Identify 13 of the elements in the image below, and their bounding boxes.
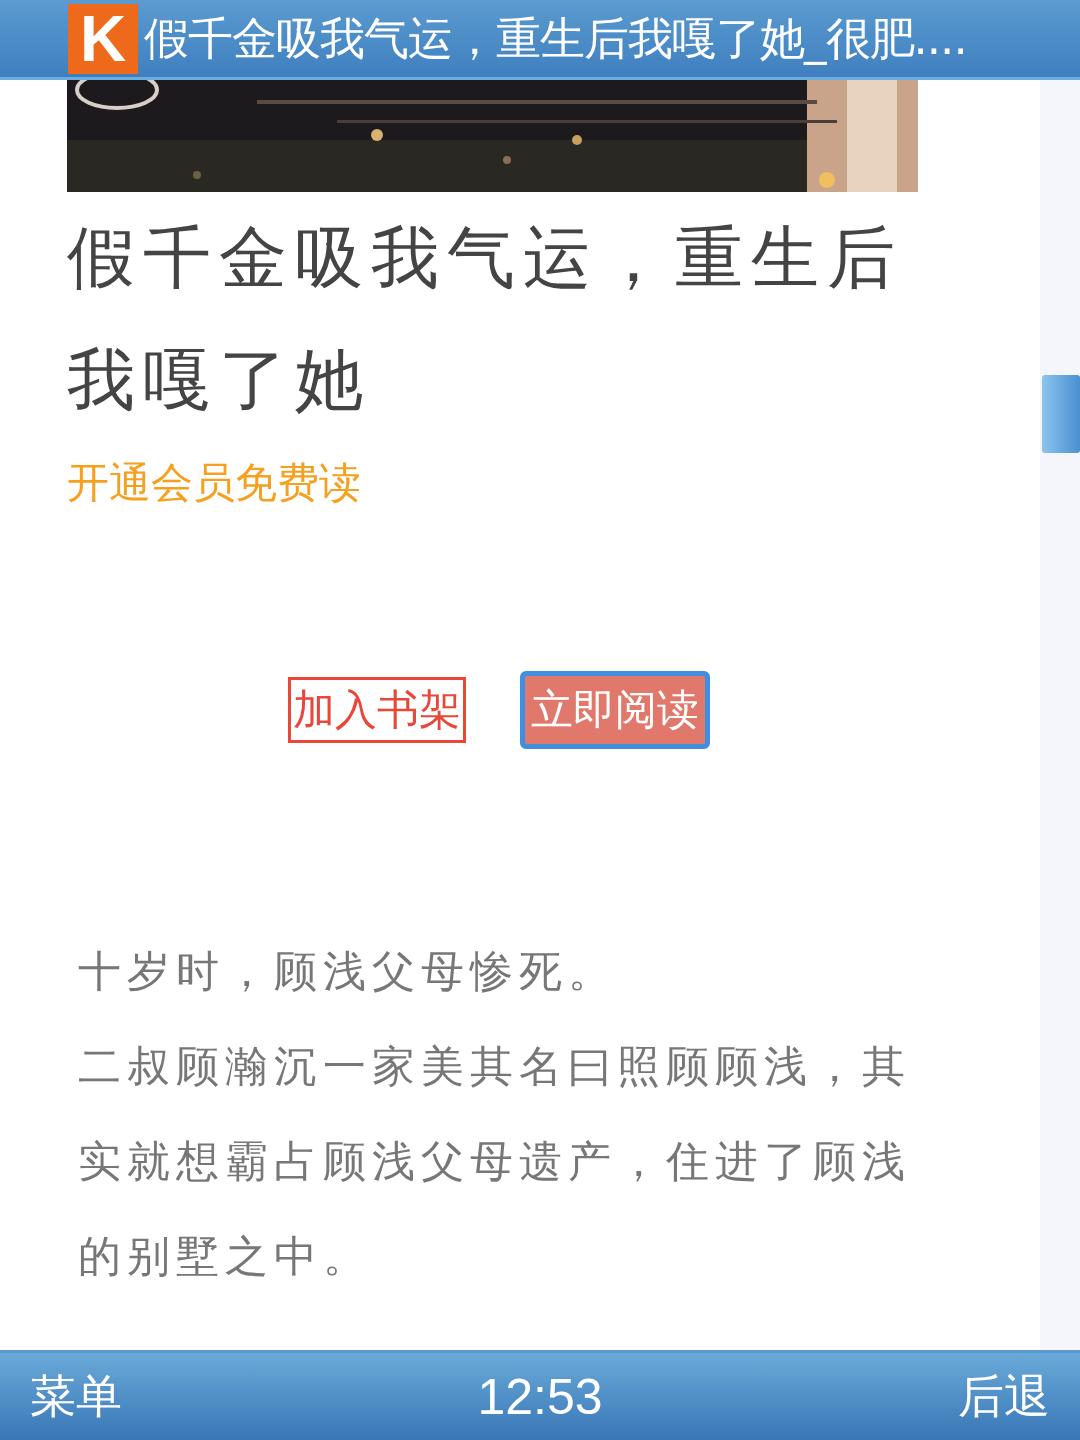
action-button[interactable]: 加入书架 bbox=[288, 677, 466, 743]
scrollbar[interactable] bbox=[1040, 80, 1080, 1350]
app-logo: K bbox=[68, 3, 138, 74]
story-paragraph: 十岁时，顾浅父母惨死。 bbox=[77, 945, 618, 998]
book-title: 假千金吸我气运，重生后我嘎了她 bbox=[67, 217, 904, 421]
scroll-thumb[interactable] bbox=[1042, 375, 1080, 453]
back-softkey[interactable]: 后退 bbox=[958, 1365, 1050, 1428]
menu-softkey[interactable]: 菜单 bbox=[30, 1365, 122, 1428]
window-title: 假千金吸我气运，重生后我嘎了她_很肥.... bbox=[144, 10, 967, 67]
member-link[interactable]: 开通会员免费读 bbox=[67, 455, 361, 511]
clock: 12:53 bbox=[477, 1367, 603, 1426]
action-button[interactable]: 立即阅读 bbox=[520, 671, 710, 749]
story-paragraph: 二叔顾瀚沉一家美其名曰照顾顾浅，其实就想霸占顾浅父母遗产，住进了顾浅的别墅之中。 bbox=[77, 1040, 912, 1283]
